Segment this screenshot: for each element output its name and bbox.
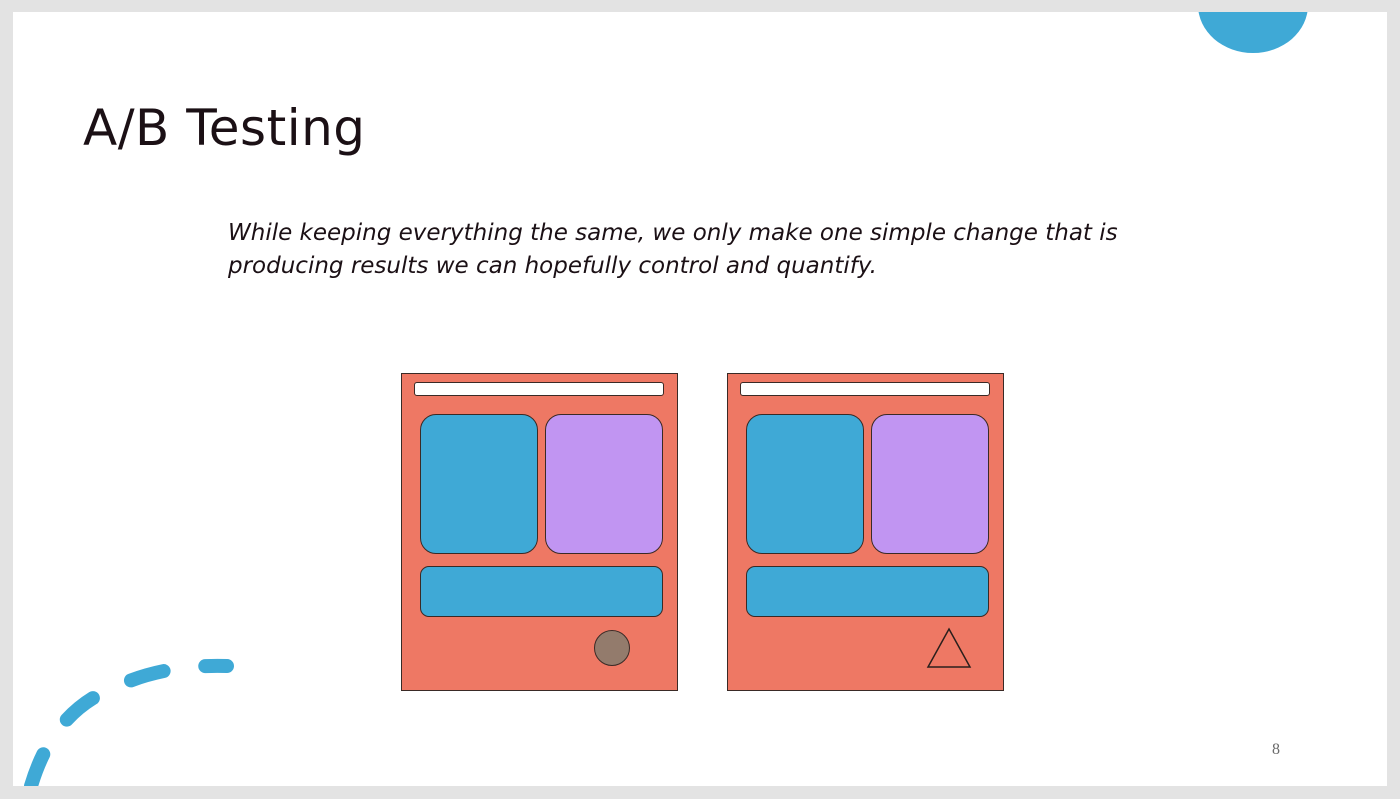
mockup-wide-block [420,566,663,617]
mockup-blue-card [420,414,538,554]
mockup-header-bar [740,382,990,396]
slide-page-number: 8 [1272,741,1280,758]
slide: A/B Testing While keeping everything the… [13,12,1387,786]
slide-title: A/B Testing [83,99,366,157]
presentation-viewer: A/B Testing While keeping everything the… [0,0,1400,799]
mockup-purple-card [545,414,663,554]
triangle-icon [926,627,972,668]
mockup-purple-card [871,414,989,554]
mockup-blue-card [746,414,864,554]
circle-icon [594,630,630,666]
variant-a-mockup [401,373,678,691]
mockup-wide-block [746,566,989,617]
mockup-header-bar [414,382,664,396]
slide-subtitle: While keeping everything the same, we on… [228,220,1118,279]
decorative-circle [1198,12,1308,53]
variant-b-mockup [727,373,1004,691]
